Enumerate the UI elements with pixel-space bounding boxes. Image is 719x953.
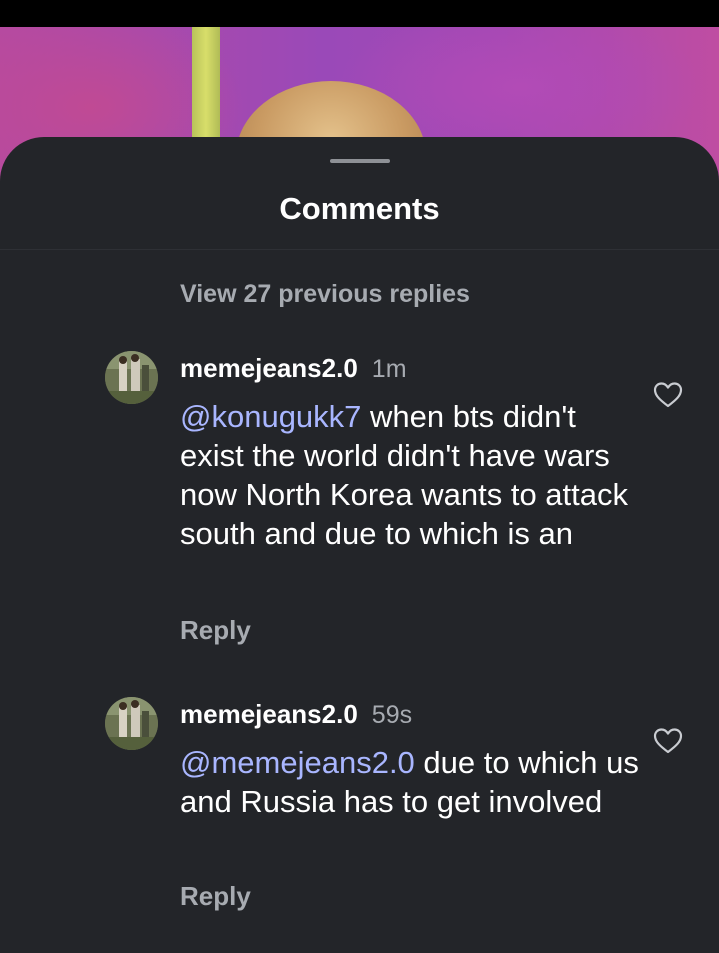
reply-button[interactable]: Reply bbox=[180, 881, 251, 912]
sheet-title: Comments bbox=[279, 191, 440, 226]
screen: Comments View 27 previous replies memeje… bbox=[0, 0, 719, 953]
comment-username[interactable]: memejeans2.0 59s bbox=[180, 699, 412, 730]
avatar[interactable] bbox=[105, 697, 158, 750]
heart-outline-icon[interactable] bbox=[652, 725, 684, 757]
mention-link[interactable]: @konugukk7 bbox=[180, 399, 361, 434]
username-text[interactable]: memejeans2.0 bbox=[180, 353, 358, 383]
comment-time: 1m bbox=[371, 355, 407, 383]
username-text[interactable]: memejeans2.0 bbox=[180, 699, 358, 729]
comments-sheet: Comments View 27 previous replies memeje… bbox=[0, 137, 719, 953]
mention-link[interactable]: @memejeans2.0 bbox=[180, 745, 415, 780]
drag-handle[interactable] bbox=[330, 159, 390, 163]
comment-time: 59s bbox=[371, 701, 413, 729]
comment-username[interactable]: memejeans2.0 1m bbox=[180, 353, 407, 384]
heart-outline-icon[interactable] bbox=[652, 379, 684, 411]
comment-body: @memejeans2.0 due to which us and Russia… bbox=[180, 743, 640, 821]
comment-body: @konugukk7 when bts didn't exist the wor… bbox=[180, 397, 640, 553]
avatar[interactable] bbox=[105, 351, 158, 404]
title-divider bbox=[0, 249, 719, 250]
reply-button[interactable]: Reply bbox=[180, 615, 251, 646]
status-bar bbox=[0, 0, 719, 27]
view-previous-replies-link[interactable]: View 27 previous replies bbox=[180, 280, 470, 309]
